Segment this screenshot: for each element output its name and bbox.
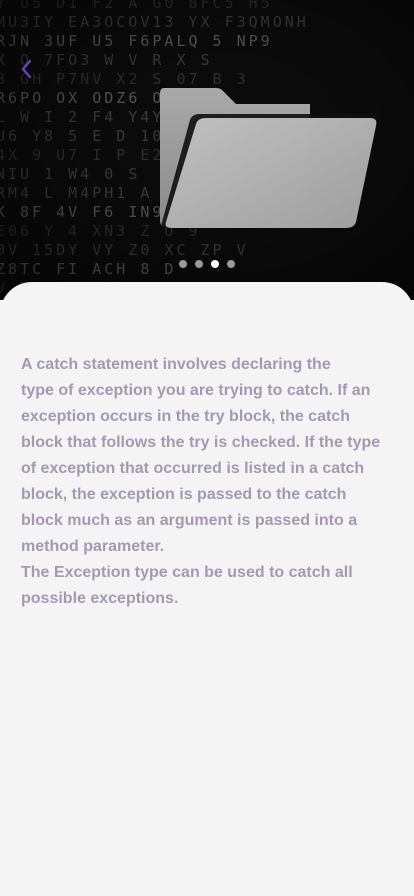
text-line: of exception that occurred is listed in … xyxy=(21,460,365,477)
page-dot-2[interactable] xyxy=(195,260,203,268)
text-line: block much as an argument is passed into… xyxy=(21,512,358,529)
folder-icon xyxy=(160,88,377,228)
page-dot-4[interactable] xyxy=(227,260,235,268)
text-line: The Exception type can be used to catch … xyxy=(21,564,353,581)
text-line: A catch statement involves declaring the xyxy=(21,356,331,373)
page-dot-1[interactable] xyxy=(179,260,187,268)
back-button[interactable] xyxy=(12,54,40,84)
text-line: method parameter. xyxy=(21,538,165,555)
content-card: A catch statement involves declaring the… xyxy=(0,282,414,896)
chevron-left-icon xyxy=(21,59,32,79)
page-dot-3[interactable] xyxy=(211,260,219,268)
page-indicator xyxy=(0,260,414,268)
text-line: exception occurs in the try block, the c… xyxy=(21,408,350,425)
text-line: block that follows the try is checked. I… xyxy=(21,434,381,451)
text-line: type of exception you are trying to catc… xyxy=(21,382,371,399)
hero-banner: Y U5 D1 F2 A G0 8FC5 H5MU3IY EA3OCOV13 Y… xyxy=(0,0,414,300)
text-line: possible exceptions. xyxy=(21,590,179,607)
lesson-text: A catch statement involves declaring the… xyxy=(21,352,381,612)
text-line: block, the exception is passed to the ca… xyxy=(21,486,347,503)
